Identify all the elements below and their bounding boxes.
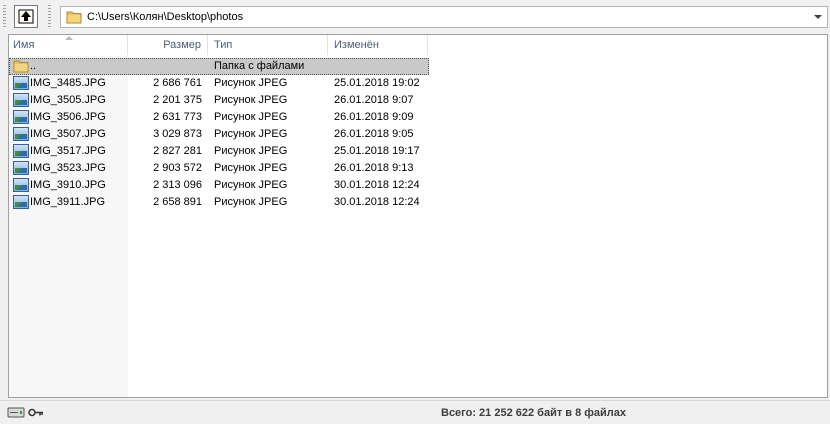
up-folder-button[interactable] — [14, 5, 38, 28]
file-name: IMG_3911.JPG — [30, 196, 105, 208]
file-row[interactable]: IMG_3485.JPG 2 686 761 Рисунок JPEG 25.01.2… — [9, 75, 429, 92]
file-row[interactable]: IMG_3506.JPG 2 631 773 Рисунок JPEG 26.01.2… — [9, 109, 429, 126]
column-header-size[interactable]: Размер — [128, 35, 208, 55]
jpeg-image-icon — [13, 144, 29, 158]
column-header-name[interactable]: Имя — [9, 35, 128, 55]
file-row[interactable]: IMG_3910.JPG 2 313 096 Рисунок JPEG 30.01.2… — [9, 177, 429, 194]
file-type: Рисунок JPEG — [214, 77, 288, 89]
file-modified: 26.01.2018 9:13 — [334, 162, 414, 174]
jpeg-image-icon — [13, 161, 29, 175]
folder-icon — [13, 59, 29, 73]
folder-icon — [66, 11, 82, 24]
jpeg-image-icon — [13, 178, 29, 192]
file-name: IMG_3910.JPG — [30, 179, 106, 191]
key-icon[interactable] — [28, 408, 44, 417]
file-row[interactable]: IMG_3523.JPG 2 903 572 Рисунок JPEG 26.01.2… — [9, 160, 429, 177]
file-type: Папка с файлами — [214, 60, 305, 72]
file-size: 2 201 375 — [153, 94, 202, 106]
file-modified: 30.01.2018 12:24 — [334, 196, 420, 208]
file-modified: 26.01.2018 9:07 — [334, 94, 414, 106]
drive-icon[interactable] — [7, 407, 25, 418]
parent-folder-row[interactable]: .. Папка с файлами — [9, 58, 429, 75]
file-type: Рисунок JPEG — [214, 128, 288, 140]
file-type: Рисунок JPEG — [214, 94, 288, 106]
column-header-name-label: Имя — [13, 39, 35, 51]
column-header: Имя Размер Тип Изменён — [9, 35, 827, 56]
file-name: IMG_3507.JPG — [30, 128, 106, 140]
file-type: Рисунок JPEG — [214, 162, 288, 174]
file-size: 2 686 761 — [153, 77, 202, 89]
file-type: Рисунок JPEG — [214, 196, 288, 208]
file-size: 3 029 873 — [153, 128, 202, 140]
file-name: .. — [30, 60, 37, 72]
file-name: IMG_3505.JPG — [30, 94, 106, 106]
file-name: IMG_3485.JPG — [30, 77, 106, 89]
column-header-modified[interactable]: Изменён — [328, 35, 428, 55]
sort-ascending-icon — [65, 36, 73, 40]
jpeg-image-icon — [13, 127, 29, 141]
jpeg-image-icon — [13, 110, 29, 124]
file-list[interactable]: Имя Размер Тип Изменён .. Папка с файлами… — [8, 34, 828, 398]
chevron-down-icon[interactable] — [811, 9, 825, 25]
file-type: Рисунок JPEG — [214, 111, 288, 123]
file-name: IMG_3506.JPG — [30, 111, 106, 123]
file-name: IMG_3517.JPG — [30, 145, 106, 157]
file-row[interactable]: IMG_3505.JPG 2 201 375 Рисунок JPEG 26.01.2… — [9, 92, 429, 109]
file-modified: 25.01.2018 19:17 — [334, 145, 420, 157]
file-size: 2 658 891 — [153, 196, 202, 208]
jpeg-image-icon — [13, 76, 29, 90]
up-folder-icon — [18, 9, 34, 24]
file-modified: 30.01.2018 12:24 — [334, 179, 420, 191]
file-modified: 26.01.2018 9:09 — [334, 111, 414, 123]
file-row[interactable]: IMG_3517.JPG 2 827 281 Рисунок JPEG 25.01.2… — [9, 143, 429, 160]
file-size: 2 631 773 — [153, 111, 202, 123]
file-modified: 25.01.2018 19:02 — [334, 77, 420, 89]
jpeg-image-icon — [13, 195, 29, 209]
file-size: 2 827 281 — [153, 145, 202, 157]
toolbar: C:\Users\Колян\Desktop\photos — [0, 0, 830, 34]
path-combobox[interactable]: C:\Users\Колян\Desktop\photos — [60, 6, 828, 28]
file-size: 2 313 096 — [153, 179, 202, 191]
file-name: IMG_3523.JPG — [30, 162, 106, 174]
file-row[interactable]: IMG_3507.JPG 3 029 873 Рисунок JPEG 26.01.2… — [9, 126, 429, 143]
file-modified: 26.01.2018 9:05 — [334, 128, 414, 140]
status-bar: Всего: 21 252 622 байт в 8 файлах — [0, 400, 830, 424]
column-header-type[interactable]: Тип — [208, 35, 328, 55]
toolbar-separator — [48, 5, 51, 29]
status-summary: Всего: 21 252 622 байт в 8 файлах — [441, 407, 627, 419]
file-row[interactable]: IMG_3911.JPG 2 658 891 Рисунок JPEG 30.01.2… — [9, 194, 429, 211]
file-type: Рисунок JPEG — [214, 179, 288, 191]
file-size: 2 903 572 — [153, 162, 202, 174]
path-text[interactable]: C:\Users\Колян\Desktop\photos — [87, 11, 243, 23]
jpeg-image-icon — [13, 93, 29, 107]
toolbar-grip[interactable] — [3, 5, 6, 29]
file-type: Рисунок JPEG — [214, 145, 288, 157]
